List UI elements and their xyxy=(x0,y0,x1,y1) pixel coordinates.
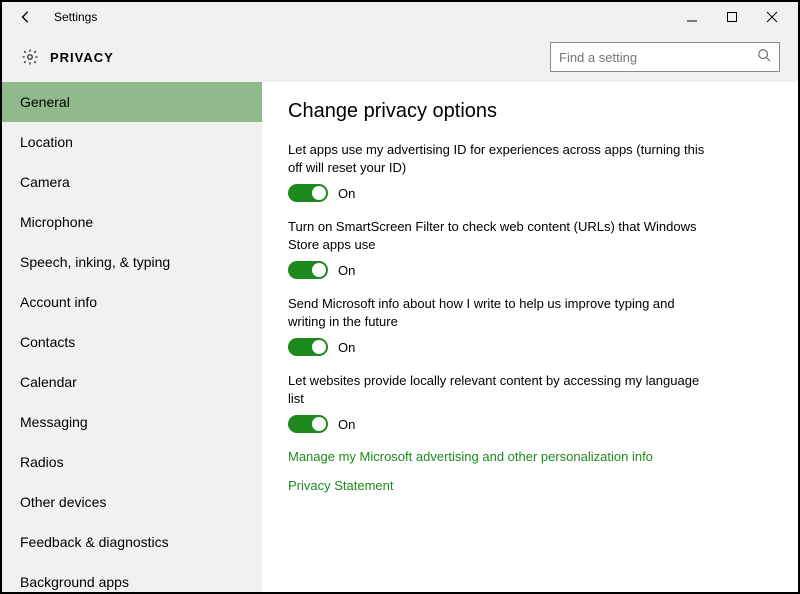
sidebar-item-label: Radios xyxy=(20,454,64,470)
sidebar-item-label: Messaging xyxy=(20,414,88,430)
body: General Location Camera Microphone Speech, i… xyxy=(2,82,798,592)
setting-item: Let websites provide locally relevant co… xyxy=(288,372,708,433)
toggle-switch[interactable] xyxy=(288,261,328,279)
links-list: Manage my Microsoft advertising and othe… xyxy=(288,449,772,493)
page-title: PRIVACY xyxy=(50,50,114,65)
toggle-knob xyxy=(312,186,326,200)
close-icon xyxy=(766,11,778,23)
page-header: PRIVACY xyxy=(2,32,798,82)
toggle-row: On xyxy=(288,261,708,279)
sidebar-item-label: Feedback & diagnostics xyxy=(20,534,169,550)
toggle-state-label: On xyxy=(338,186,355,201)
toggle-knob xyxy=(312,263,326,277)
gear-icon xyxy=(20,47,40,67)
sidebar-item-label: Other devices xyxy=(20,494,106,510)
toggle-knob xyxy=(312,340,326,354)
toggle-row: On xyxy=(288,184,708,202)
maximize-icon xyxy=(726,11,738,23)
toggle-row: On xyxy=(288,338,708,356)
sidebar-item-label: Contacts xyxy=(20,334,75,350)
sidebar-item-label: Background apps xyxy=(20,574,129,590)
sidebar-item-label: Calendar xyxy=(20,374,77,390)
privacy-link[interactable]: Manage my Microsoft advertising and othe… xyxy=(288,449,772,464)
setting-description: Let websites provide locally relevant co… xyxy=(288,372,708,407)
minimize-button[interactable] xyxy=(672,3,712,31)
sidebar-item-calendar[interactable]: Calendar xyxy=(2,362,262,402)
sidebar-item-feedback-diagnostics[interactable]: Feedback & diagnostics xyxy=(2,522,262,562)
settings-window: Settings PRIVACY xyxy=(0,0,800,594)
close-button[interactable] xyxy=(752,3,792,31)
setting-item: Let apps use my advertising ID for exper… xyxy=(288,141,708,202)
toggle-state-label: On xyxy=(338,417,355,432)
titlebar: Settings xyxy=(2,2,798,32)
toggle-row: On xyxy=(288,415,708,433)
sidebar-item-messaging[interactable]: Messaging xyxy=(2,402,262,442)
sidebar: General Location Camera Microphone Speech, i… xyxy=(2,82,262,592)
search-box[interactable] xyxy=(550,42,780,72)
search-input[interactable] xyxy=(559,50,757,65)
sidebar-item-label: Speech, inking, & typing xyxy=(20,254,170,270)
sidebar-item-label: Location xyxy=(20,134,73,150)
sidebar-item-background-apps[interactable]: Background apps xyxy=(2,562,262,592)
search-icon xyxy=(757,48,771,67)
back-button[interactable] xyxy=(8,3,44,31)
window-title: Settings xyxy=(54,10,97,24)
sidebar-item-general[interactable]: General xyxy=(2,82,262,122)
setting-item: Send Microsoft info about how I write to… xyxy=(288,295,708,356)
sidebar-item-location[interactable]: Location xyxy=(2,122,262,162)
maximize-button[interactable] xyxy=(712,3,752,31)
sidebar-item-label: Account info xyxy=(20,294,97,310)
toggle-knob xyxy=(312,417,326,431)
toggle-switch[interactable] xyxy=(288,184,328,202)
sidebar-item-other-devices[interactable]: Other devices xyxy=(2,482,262,522)
content-heading: Change privacy options xyxy=(288,100,772,123)
setting-item: Turn on SmartScreen Filter to check web … xyxy=(288,218,708,279)
setting-description: Turn on SmartScreen Filter to check web … xyxy=(288,218,708,253)
sidebar-item-label: Microphone xyxy=(20,214,93,230)
window-controls xyxy=(672,3,792,31)
sidebar-item-label: Camera xyxy=(20,174,70,190)
sidebar-item-microphone[interactable]: Microphone xyxy=(2,202,262,242)
toggle-state-label: On xyxy=(338,263,355,278)
content-pane: Change privacy options Let apps use my a… xyxy=(262,82,798,592)
setting-description: Let apps use my advertising ID for exper… xyxy=(288,141,708,176)
minimize-icon xyxy=(686,11,698,23)
sidebar-item-radios[interactable]: Radios xyxy=(2,442,262,482)
privacy-link[interactable]: Privacy Statement xyxy=(288,478,772,493)
setting-description: Send Microsoft info about how I write to… xyxy=(288,295,708,330)
sidebar-item-speech-inking-typing[interactable]: Speech, inking, & typing xyxy=(2,242,262,282)
toggle-switch[interactable] xyxy=(288,415,328,433)
arrow-left-icon xyxy=(19,10,33,24)
sidebar-item-account-info[interactable]: Account info xyxy=(2,282,262,322)
sidebar-item-contacts[interactable]: Contacts xyxy=(2,322,262,362)
toggle-switch[interactable] xyxy=(288,338,328,356)
settings-list: Let apps use my advertising ID for exper… xyxy=(288,141,772,433)
sidebar-item-label: General xyxy=(20,94,70,110)
sidebar-item-camera[interactable]: Camera xyxy=(2,162,262,202)
toggle-state-label: On xyxy=(338,340,355,355)
